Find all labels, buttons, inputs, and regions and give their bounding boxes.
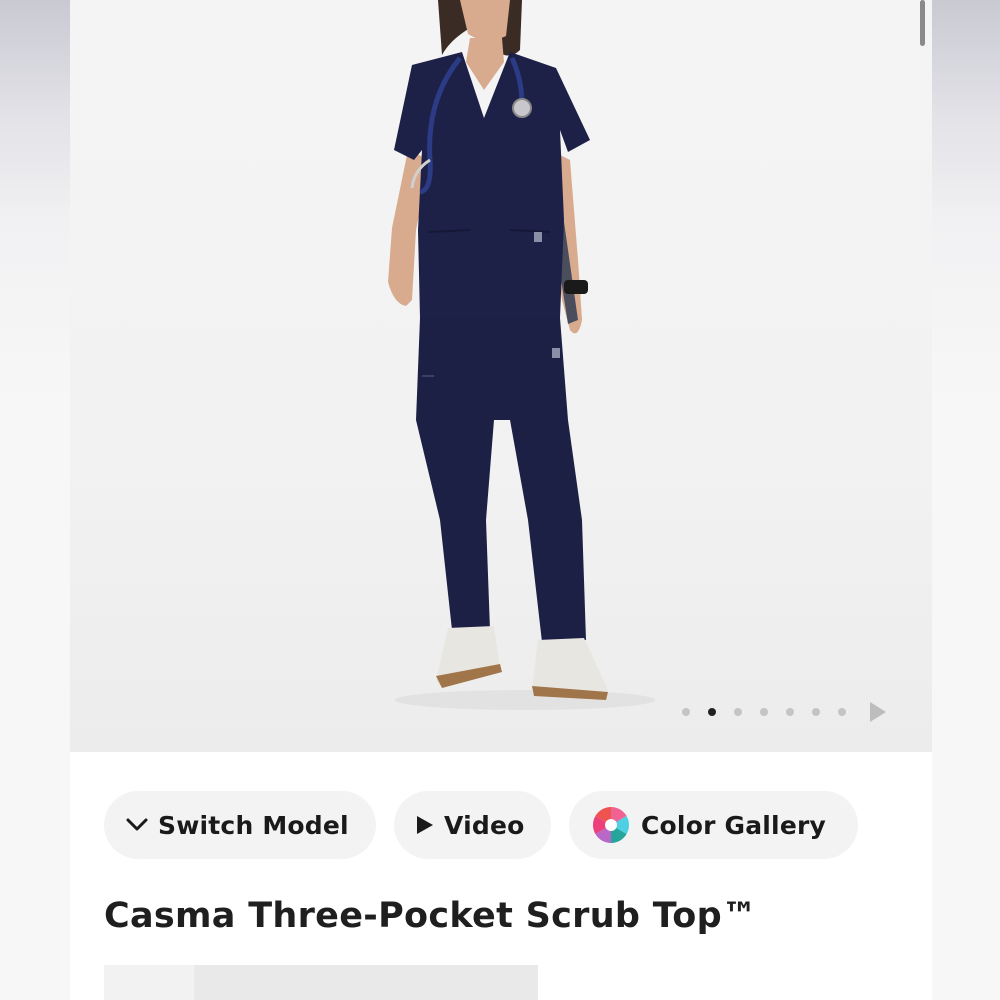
carousel-dot[interactable]: [760, 708, 768, 716]
carousel-dot[interactable]: [734, 708, 742, 716]
color-wheel-icon: [591, 805, 631, 845]
left-gutter: [0, 0, 70, 1000]
carousel-pagination: [682, 700, 886, 724]
switch-model-button[interactable]: Switch Model: [104, 791, 376, 859]
next-arrow-icon[interactable]: [870, 702, 886, 722]
video-label: Video: [444, 810, 525, 840]
loading-placeholder: [104, 965, 538, 1000]
carousel-dot[interactable]: [682, 708, 690, 716]
switch-model-label: Switch Model: [158, 810, 349, 840]
color-gallery-button[interactable]: Color Gallery: [569, 791, 858, 859]
product-title: Casma Three-Pocket Scrub Top™: [104, 896, 758, 936]
scrollbar-thumb[interactable]: [920, 0, 925, 46]
color-gallery-label: Color Gallery: [641, 810, 827, 840]
placeholder-segment: [104, 965, 194, 1000]
play-icon: [416, 815, 434, 835]
model-photo: [388, 0, 655, 710]
carousel-dot[interactable]: [786, 708, 794, 716]
product-image-carousel[interactable]: [70, 0, 932, 752]
carousel-dot-active[interactable]: [708, 708, 716, 716]
chevron-down-icon: [126, 818, 148, 832]
carousel-dot[interactable]: [812, 708, 820, 716]
product-page: Switch Model Video Color Gallery Casma T…: [70, 0, 932, 1000]
carousel-dot[interactable]: [838, 708, 846, 716]
right-gutter: [932, 0, 1000, 1000]
video-button[interactable]: Video: [394, 791, 551, 859]
media-actions: Switch Model Video Color Gallery: [104, 791, 858, 859]
